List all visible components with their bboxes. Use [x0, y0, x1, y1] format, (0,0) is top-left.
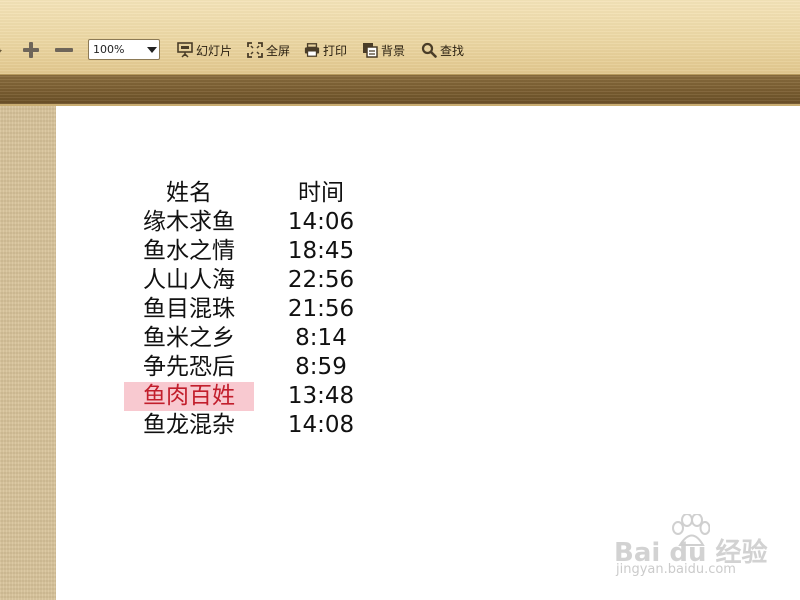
- background-button[interactable]: 背景: [362, 38, 405, 62]
- name-cell: 人山人海: [143, 267, 235, 293]
- print-button[interactable]: 打印: [304, 38, 347, 62]
- print-label: 打印: [323, 43, 348, 58]
- find-button[interactable]: 查找: [421, 38, 464, 62]
- time-cell: 14:08: [287, 412, 355, 438]
- zoom-out-button[interactable]: [53, 38, 75, 62]
- background-icon: [362, 42, 378, 58]
- background-label: 背景: [381, 43, 406, 58]
- time-cell: 8:59: [295, 354, 347, 380]
- toolbar: 100% 幻灯片 全屏 打印 背景 查找: [0, 0, 800, 75]
- chevron-down-icon[interactable]: [145, 40, 159, 59]
- fullscreen-icon: [247, 42, 263, 58]
- column-header-name: 姓名: [166, 180, 212, 206]
- column-header-time: 时间: [298, 180, 344, 206]
- zoom-in-button[interactable]: [20, 38, 42, 62]
- fullscreen-button[interactable]: 全屏: [247, 38, 290, 62]
- time-cell: 18:45: [287, 238, 355, 264]
- zoom-level-select[interactable]: 100%: [88, 39, 160, 60]
- name-cell: 缘木求鱼: [143, 209, 235, 235]
- print-icon: [304, 42, 320, 58]
- watermark-url: jingyan.baidu.com: [616, 562, 736, 577]
- time-cell: 13:48: [287, 383, 355, 409]
- time-cell: 21:56: [287, 296, 355, 322]
- toolbar-divider-band: [0, 75, 800, 106]
- name-cell: 鱼水之情: [143, 238, 235, 264]
- time-cell: 8:14: [295, 325, 347, 351]
- slideshow-icon: [177, 42, 193, 58]
- zoom-in-icon: [23, 42, 39, 58]
- name-cell: 鱼米之乡: [143, 325, 235, 351]
- name-cell: 鱼龙混杂: [143, 412, 235, 438]
- rotate-icon[interactable]: [0, 38, 6, 62]
- time-cell: 22:56: [287, 267, 355, 293]
- highlighted-name-cell: 鱼肉百姓: [124, 382, 254, 411]
- find-label: 查找: [440, 43, 465, 58]
- side-panel: [0, 106, 56, 600]
- time-cell: 14:06: [287, 209, 355, 235]
- slideshow-label: 幻灯片: [196, 43, 233, 58]
- slideshow-button[interactable]: 幻灯片: [177, 38, 232, 62]
- name-cell: 鱼目混珠: [143, 296, 235, 322]
- viewer-window: 100% 幻灯片 全屏 打印 背景 查找 姓名 时间 缘木求鱼 14:06 鱼水…: [0, 0, 800, 600]
- fullscreen-label: 全屏: [266, 43, 291, 58]
- zoom-level-value: 100%: [93, 43, 125, 56]
- baidu-jingyan-watermark: Bai du 经验 jingyan.baidu.com: [614, 514, 774, 584]
- name-cell: 争先恐后: [143, 354, 235, 380]
- zoom-out-icon: [55, 48, 73, 52]
- search-icon: [421, 42, 437, 58]
